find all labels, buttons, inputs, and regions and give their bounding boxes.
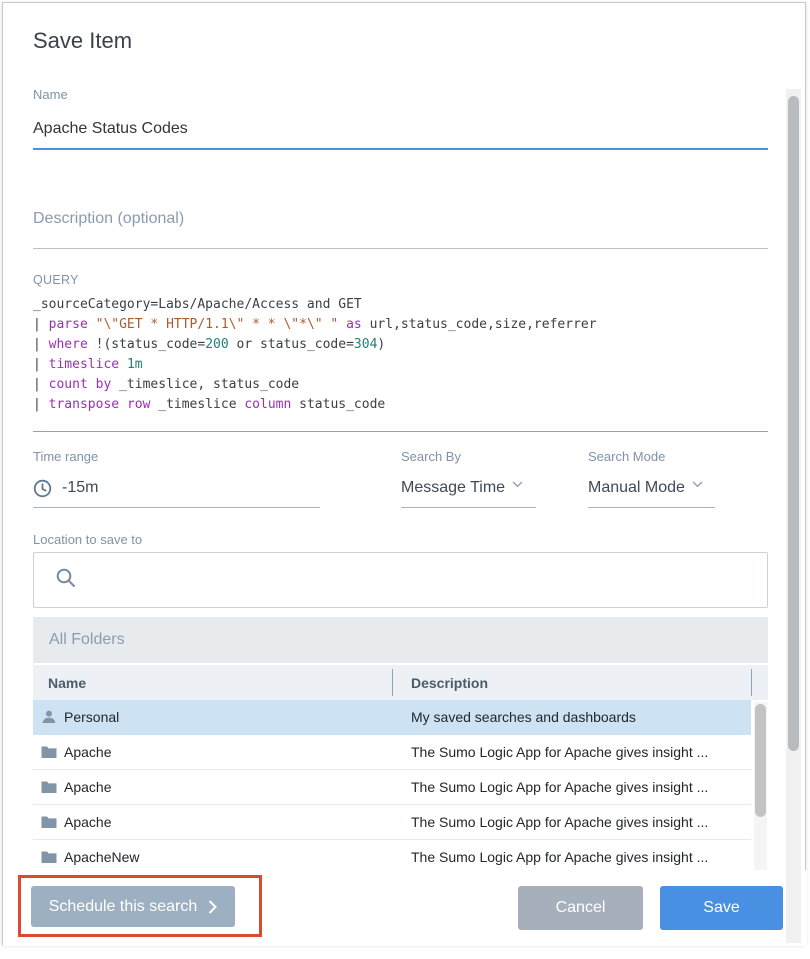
row-name: ApacheNew: [64, 849, 140, 865]
row-description: The Sumo Logic App for Apache gives insi…: [392, 849, 751, 865]
column-header-description: Description: [392, 675, 768, 691]
chevron-down-icon: [692, 481, 703, 488]
row-description: The Sumo Logic App for Apache gives insi…: [392, 814, 751, 830]
table-row[interactable]: Personal My saved searches and dashboards: [33, 700, 751, 735]
search-by-select[interactable]: Message Time: [401, 478, 536, 508]
dialog-title: Save Item: [33, 3, 768, 55]
description-input[interactable]: Description (optional): [33, 209, 768, 249]
folder-search-input[interactable]: [33, 552, 768, 608]
save-button[interactable]: Save: [660, 886, 783, 930]
person-icon: [41, 709, 57, 725]
header-divider: [392, 669, 393, 696]
time-range-input[interactable]: -15m: [33, 478, 320, 508]
search-mode-value: Manual Mode: [588, 478, 685, 498]
table-scrollbar-thumb[interactable]: [755, 704, 766, 817]
folder-icon: [41, 815, 57, 829]
table-row[interactable]: Apache The Sumo Logic App for Apache give…: [33, 770, 751, 805]
query-label: QUERY: [33, 272, 768, 288]
row-name: Apache: [64, 779, 111, 795]
column-header-name: Name: [33, 675, 392, 691]
folder-icon: [41, 850, 57, 864]
search-icon: [55, 567, 77, 594]
chevron-right-icon: [208, 900, 217, 914]
search-mode-label: Search Mode: [588, 449, 768, 465]
dialog-scrollbar[interactable]: [786, 89, 801, 943]
location-label: Location to save to: [33, 532, 768, 548]
query-divider: [33, 431, 768, 432]
table-scrollbar[interactable]: [754, 702, 767, 873]
dialog-footer: Schedule this search Cancel Save: [3, 870, 807, 946]
query-block: _sourceCategory=Labs/Apache/Access and G…: [33, 295, 768, 415]
all-folders-header[interactable]: All Folders: [33, 617, 768, 663]
row-description: The Sumo Logic App for Apache gives insi…: [392, 744, 751, 760]
chevron-down-icon: [512, 481, 523, 488]
table-header: Name Description: [33, 665, 768, 700]
row-name: Apache: [64, 744, 111, 760]
folder-table: Name Description Personal My saved search…: [33, 665, 768, 873]
row-description: The Sumo Logic App for Apache gives insi…: [392, 779, 751, 795]
row-description: My saved searches and dashboards: [392, 709, 751, 725]
header-divider: [751, 669, 752, 696]
time-range-value: -15m: [62, 478, 98, 498]
table-row[interactable]: Apache The Sumo Logic App for Apache give…: [33, 735, 751, 770]
folder-icon: [41, 745, 57, 759]
search-mode-select[interactable]: Manual Mode: [588, 478, 715, 508]
row-name: Apache: [64, 814, 111, 830]
name-input[interactable]: Apache Status Codes: [33, 119, 768, 150]
search-by-label: Search By: [401, 449, 588, 465]
folder-list: Personal My saved searches and dashboards…: [33, 700, 768, 873]
search-by-value: Message Time: [401, 478, 505, 498]
folder-icon: [41, 780, 57, 794]
schedule-this-search-button[interactable]: Schedule this search: [31, 886, 235, 927]
table-row[interactable]: Apache The Sumo Logic App for Apache give…: [33, 805, 751, 840]
cancel-button[interactable]: Cancel: [518, 886, 643, 930]
schedule-button-label: Schedule this search: [49, 898, 198, 916]
clock-icon: [33, 479, 52, 498]
row-name: Personal: [64, 709, 119, 725]
dialog-scrollbar-thumb[interactable]: [788, 96, 799, 751]
save-item-dialog: Save Item Name Apache Status Codes Descr…: [2, 2, 806, 945]
time-range-label: Time range: [33, 449, 401, 465]
table-row[interactable]: ApacheNew The Sumo Logic App for Apache g…: [33, 840, 751, 873]
name-label: Name: [33, 87, 768, 103]
